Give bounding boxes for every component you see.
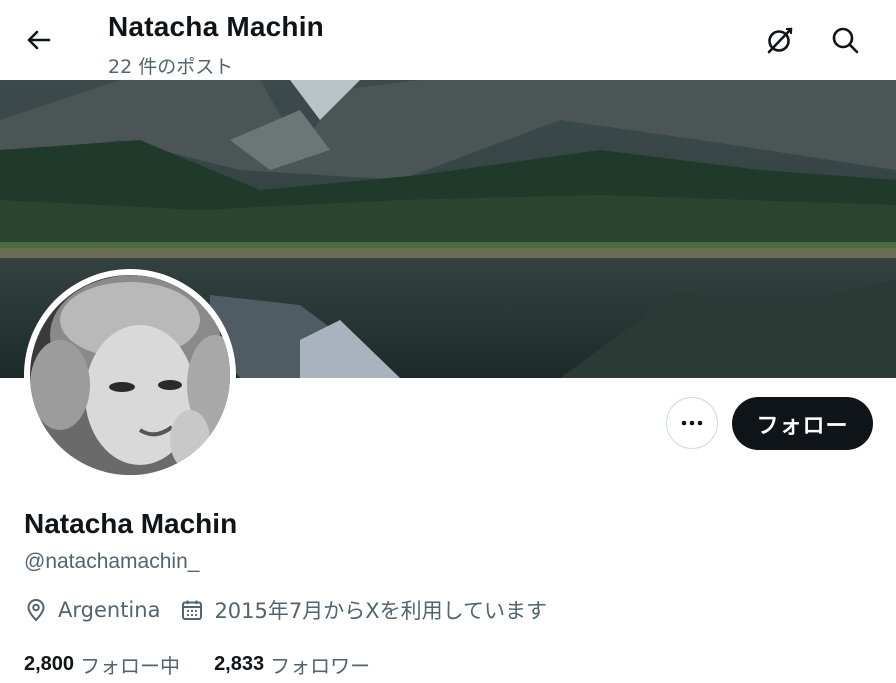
profile-meta: Argentina 2015年7月からXを利用しています xyxy=(24,595,547,625)
location-pin-icon xyxy=(27,599,45,622)
post-count: 22 件のポスト xyxy=(108,56,234,78)
search-icon xyxy=(832,27,859,54)
page-title: Natacha Machin xyxy=(108,11,324,42)
followers-label: フォロワー xyxy=(270,653,371,678)
followers-count: 2,833 xyxy=(214,652,265,675)
follow-button[interactable]: フォロー xyxy=(732,397,873,450)
more-button[interactable] xyxy=(666,397,718,449)
more-horizontal-icon xyxy=(681,420,703,426)
following-link[interactable]: 2,800 フォロー中 xyxy=(24,650,180,679)
join-date-text: 2015年7月からXを利用しています xyxy=(214,599,547,623)
location-text: Argentina xyxy=(58,598,161,622)
join-date: 2015年7月からXを利用しています xyxy=(180,595,547,625)
following-label: フォロー中 xyxy=(80,653,181,678)
profile-name: Natacha Machin xyxy=(24,508,238,539)
back-button[interactable] xyxy=(20,22,56,58)
following-count: 2,800 xyxy=(24,652,75,675)
profile-handle: @natachamachin_ xyxy=(24,550,200,573)
grok-button[interactable] xyxy=(762,22,798,58)
grok-icon xyxy=(767,27,793,54)
location: Argentina xyxy=(24,598,160,622)
avatar-image xyxy=(30,275,230,475)
avatar[interactable] xyxy=(24,269,236,481)
calendar-icon xyxy=(182,600,203,620)
search-button[interactable] xyxy=(827,22,863,58)
top-bar: Natacha Machin 22 件のポスト xyxy=(0,0,896,80)
arrow-left-icon xyxy=(27,30,51,50)
profile-stats: 2,800 フォロー中 2,833 フォロワー xyxy=(24,649,370,679)
followers-link[interactable]: 2,833 フォロワー xyxy=(214,650,370,679)
